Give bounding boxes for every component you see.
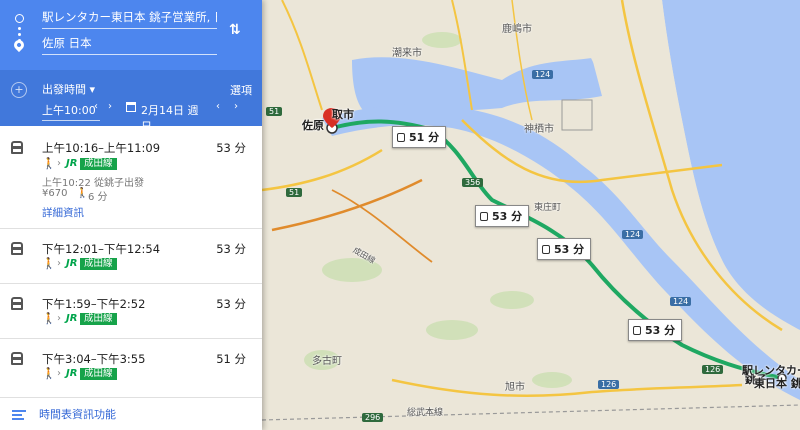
origin-input[interactable]: 駅レンタカー東日本 銚子営業所, 日本 <box>42 6 217 29</box>
walk-time: 6 分 <box>88 192 108 203</box>
time-next-icon[interactable]: › <box>108 101 112 112</box>
jr-logo-icon: JR <box>66 258 78 269</box>
line-badge: 成田線 <box>80 368 117 380</box>
fare: ¥670 <box>42 188 68 199</box>
dest-label-line2: 東日本 銚子営 <box>754 377 800 390</box>
line-badge: 成田線 <box>80 158 117 170</box>
train-icon <box>11 141 23 154</box>
walk-icon: 🚶 <box>42 257 56 270</box>
road-shield: 124 <box>622 230 644 239</box>
road-shield: 51 <box>266 107 283 116</box>
swap-directions-icon[interactable]: ⇅ <box>229 22 241 38</box>
rail-sobu-label: 総武本線 <box>407 408 444 418</box>
chevron-right-icon: › <box>57 313 61 324</box>
chevron-right-icon: › <box>57 368 61 379</box>
road-shield: 126 <box>598 380 620 389</box>
route-times: 下午1:59–下午2:52 <box>42 297 146 311</box>
road-shield: 124 <box>532 70 554 79</box>
route-duration: 53 分 <box>216 141 246 155</box>
road-shield: 296 <box>362 413 384 422</box>
road-shield: 124 <box>670 297 692 306</box>
route-duration: 53 分 <box>216 297 246 311</box>
train-icon <box>11 352 23 365</box>
place-kashima: 鹿嶋市 <box>502 24 532 35</box>
options-button[interactable]: 選項 <box>230 82 252 98</box>
place-asahi: 旭市 <box>505 382 525 393</box>
jr-logo-icon: JR <box>66 158 78 169</box>
time-select[interactable]: 上午10:00 <box>42 102 100 121</box>
directions-header: 駅レンタカー東日本 銚子営業所, 日本 佐原 日本 ⇅ + 出發時間 ▾ 選項 … <box>0 0 262 137</box>
place-takocho: 多古町 <box>312 356 342 367</box>
calendar-icon <box>126 102 136 112</box>
line-badge: 成田線 <box>80 258 117 270</box>
route-duration: 53 分 <box>216 242 246 256</box>
place-sawara: 佐原 <box>302 119 324 132</box>
route-times: 下午3:04–下午3:55 <box>42 352 146 366</box>
options-bar: + 出發時間 ▾ 選項 上午10:00 ‹ › 2月14日 週日 ‹ › <box>0 70 262 137</box>
timetable-label: 時間表資訊功能 <box>39 408 116 421</box>
route-times: 上午10:16–上午11:09 <box>42 141 161 155</box>
route-time-label: 53 分 <box>537 238 592 260</box>
route-time-label: 53 分 <box>628 319 683 341</box>
road-shield: 51 <box>286 188 303 197</box>
depart-time-dropdown[interactable]: 出發時間 ▾ <box>42 81 95 97</box>
add-destination-icon[interactable]: + <box>11 82 27 98</box>
place-kamisu: 神栖市 <box>524 124 554 135</box>
walk-small-icon: 🚶 <box>76 188 89 199</box>
route-duration: 51 分 <box>216 352 246 366</box>
destination-input[interactable]: 佐原 日本 <box>42 32 217 55</box>
walk-icon: 🚶 <box>42 367 56 380</box>
line-badge: 成田線 <box>80 313 117 325</box>
route-time-label: 51 分 <box>392 126 447 148</box>
timetable-icon <box>12 410 26 422</box>
route-result-2[interactable]: 下午12:01–下午12:54 53 分 🚶 › JR 成田線 <box>0 229 262 284</box>
route-result-4[interactable]: 下午3:04–下午3:55 51 分 🚶 › JR 成田線 <box>0 339 262 398</box>
place-tonosho: 東庄町 <box>534 203 562 213</box>
train-icon <box>11 242 23 255</box>
route-result-3[interactable]: 下午1:59–下午2:52 53 分 🚶 › JR 成田線 <box>0 284 262 339</box>
jr-logo-icon: JR <box>66 368 78 379</box>
directions-panel: 駅レンタカー東日本 銚子営業所, 日本 佐原 日本 ⇅ + 出發時間 ▾ 選項 … <box>0 0 262 430</box>
chevron-right-icon: › <box>57 258 61 269</box>
place-city: 取市 <box>332 108 354 121</box>
date-next-icon[interactable]: › <box>234 101 238 112</box>
departure-note: 上午10:22 從銚子出發 <box>42 178 144 189</box>
place-itako: 潮来市 <box>392 48 422 59</box>
timetable-link[interactable]: 時間表資訊功能 <box>0 398 262 430</box>
depart-time-label: 出發時間 <box>42 83 86 96</box>
road-shield: 126 <box>702 365 724 374</box>
train-icon <box>11 297 23 310</box>
walk-icon: 🚶 <box>42 312 56 325</box>
chevron-right-icon: › <box>57 158 61 169</box>
walk-icon: 🚶 <box>42 157 56 170</box>
route-time-label: 53 分 <box>475 205 530 227</box>
map-view[interactable]: 51 分 53 分 53 分 53 分 佐原 取市 鹿嶋市 潮来市 神栖市 東庄… <box>262 0 800 430</box>
destination-pin-icon <box>11 37 27 53</box>
date-prev-icon[interactable]: ‹ <box>216 101 220 112</box>
jr-logo-icon: JR <box>66 313 78 324</box>
route-result-1[interactable]: 上午10:16–上午11:09 53 分 🚶 › JR 成田線 上午10:22 … <box>0 127 262 229</box>
road-shield: 356 <box>462 178 484 187</box>
time-prev-icon[interactable]: ‹ <box>94 101 98 112</box>
details-link[interactable]: 詳細資訊 <box>42 205 84 220</box>
route-times: 下午12:01–下午12:54 <box>42 242 161 256</box>
origin-circle-icon <box>15 14 24 23</box>
